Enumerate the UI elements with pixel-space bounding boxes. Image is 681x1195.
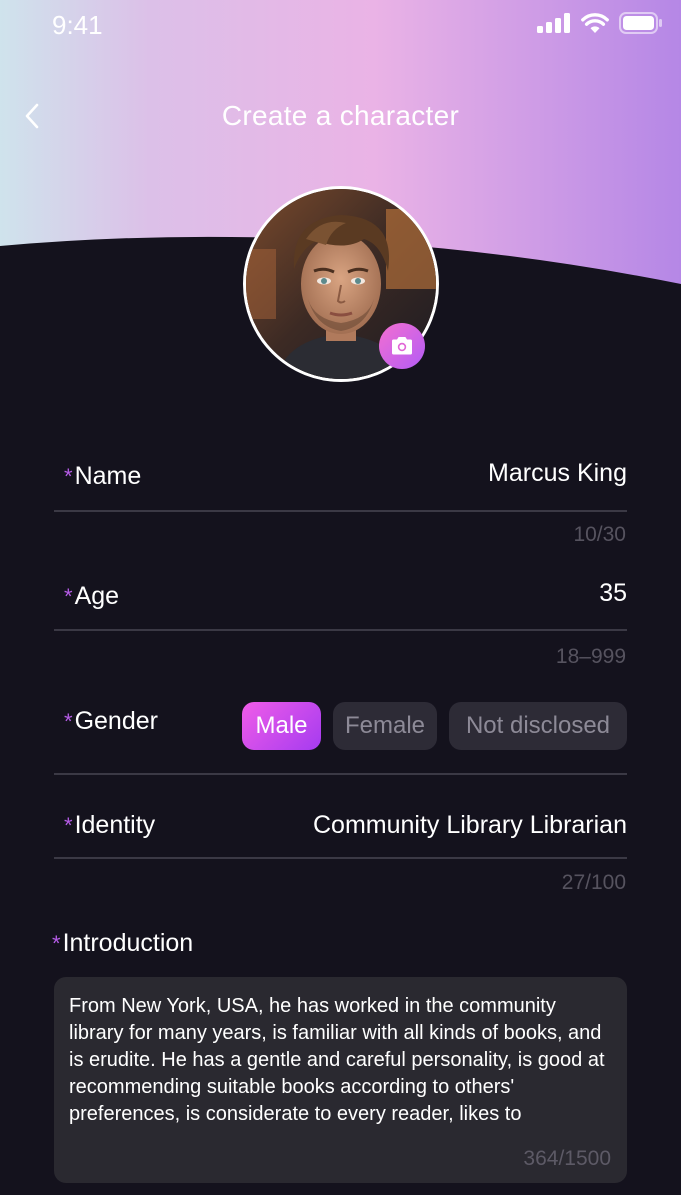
signal-icon — [537, 13, 570, 33]
gender-label: *Gender — [64, 707, 158, 735]
required-star: * — [64, 584, 73, 609]
required-star: * — [52, 931, 61, 956]
divider — [54, 510, 627, 512]
identity-counter: 27/100 — [561, 871, 626, 894]
identity-field: *Identity Community Library Librarian — [54, 806, 627, 846]
age-input[interactable]: 35 — [599, 579, 627, 608]
identity-label: *Identity — [64, 811, 156, 839]
age-field: *Age 35 — [54, 576, 627, 616]
introduction-text: From New York, USA, he has worked in the… — [69, 995, 605, 1125]
wifi-icon — [581, 13, 609, 33]
divider — [54, 773, 627, 775]
required-star: * — [64, 464, 73, 489]
divider — [54, 857, 627, 859]
gender-option-female[interactable]: Female — [333, 702, 437, 750]
age-range-hint: 18–999 — [555, 645, 626, 668]
camera-icon — [392, 337, 412, 355]
avatar-container — [243, 186, 439, 382]
introduction-label: *Introduction — [52, 929, 194, 957]
gender-field: *Gender Male Female Not disclosed — [54, 702, 627, 750]
required-star: * — [64, 709, 73, 734]
divider — [54, 629, 627, 631]
nav-bar: Create a character — [0, 88, 681, 144]
identity-input[interactable]: Community Library Librarian — [313, 811, 627, 840]
change-avatar-button[interactable] — [379, 323, 425, 369]
introduction-textarea[interactable]: From New York, USA, he has worked in the… — [54, 977, 627, 1183]
name-counter: 10/30 — [573, 523, 626, 546]
battery-icon — [619, 12, 662, 34]
introduction-counter: 364/1500 — [523, 1147, 611, 1170]
gender-option-male[interactable]: Male — [242, 702, 321, 750]
gender-options: Male Female Not disclosed — [242, 702, 627, 750]
name-label: *Name — [64, 462, 142, 490]
name-input[interactable]: Marcus King — [488, 459, 627, 488]
gender-option-not-disclosed[interactable]: Not disclosed — [449, 702, 627, 750]
status-time: 9:41 — [52, 10, 103, 40]
status-bar: 9:41 — [0, 0, 681, 50]
name-field: *Name Marcus King — [54, 456, 627, 496]
required-star: * — [64, 813, 73, 838]
age-label: *Age — [64, 582, 120, 610]
page-title: Create a character — [221, 100, 460, 131]
